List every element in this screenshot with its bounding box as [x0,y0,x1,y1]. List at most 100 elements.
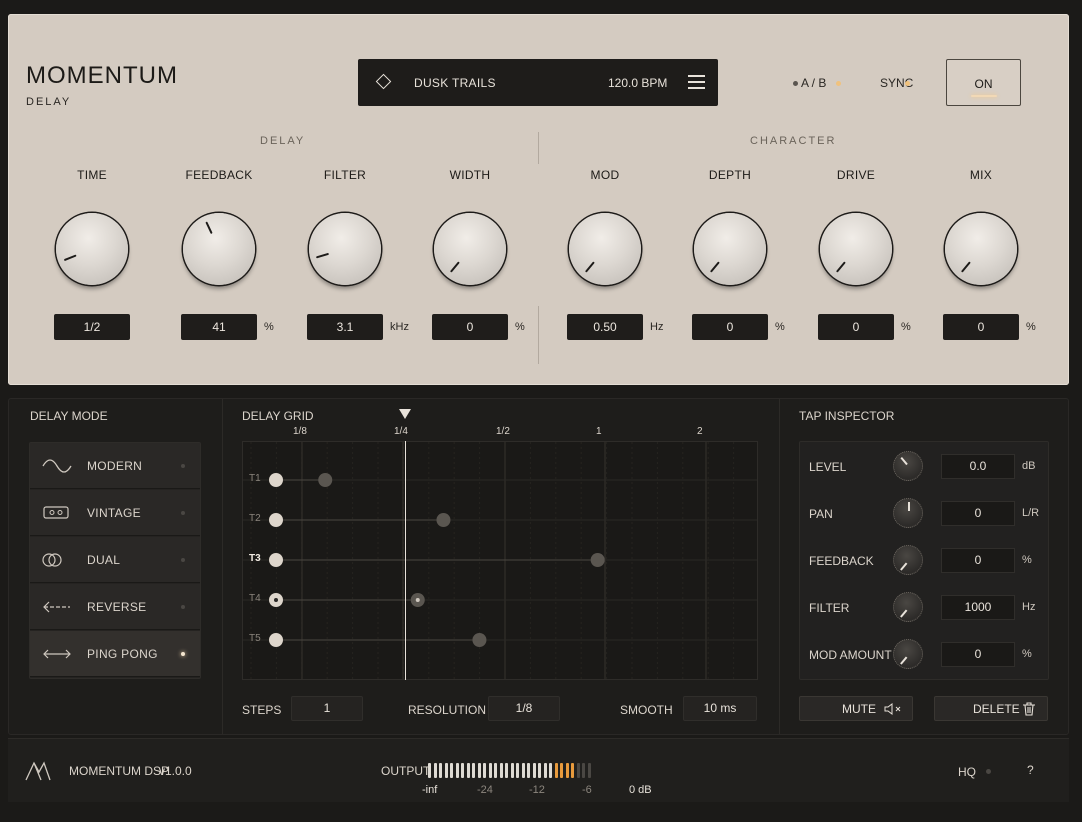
knob-time[interactable] [56,213,128,285]
knob-label-time: TIME [77,168,107,182]
sync-led [905,81,910,86]
delete-button[interactable]: DELETE [934,696,1048,721]
meter-segment [560,763,563,778]
delay-grid[interactable] [242,441,758,680]
unit-label-depth: % [775,321,785,333]
ping-pong-arrows-icon [42,645,72,663]
meter-segment [428,763,431,778]
delay-mode-reverse[interactable]: REVERSE [30,584,200,630]
tap-start-handle[interactable] [269,633,283,647]
meter-segment [494,763,497,778]
tap-start-handle[interactable] [269,513,283,527]
section-delay: DELAY [260,135,306,147]
meter-tick-label: -inf [422,784,438,796]
value-field-mix[interactable]: 0 [943,314,1019,340]
help-button[interactable]: ? [1027,763,1034,777]
plugin-window: MOMENTUM DELAY DUSK TRAILS 120.0 BPM A /… [0,0,1082,822]
grid-division-label: 1/2 [496,426,510,437]
knob-indicator [449,261,460,273]
value-field-drive[interactable]: 0 [818,314,894,340]
meter-segment [543,763,547,778]
value-field-depth[interactable]: 0 [692,314,768,340]
knob-mod[interactable] [569,213,641,285]
inspector-knob-level[interactable] [893,451,923,481]
delay-mode-vintage[interactable]: VINTAGE [30,490,200,536]
resolution-field[interactable]: 1/8 [488,696,560,721]
knob-indicator [205,221,213,235]
tap-handle[interactable] [590,553,605,567]
preset-bar[interactable]: DUSK TRAILS 120.0 BPM [358,59,718,106]
knob-width[interactable] [434,213,506,285]
inspector-value-filter[interactable]: 1000 [941,595,1015,620]
inspector-knob-mod-amount[interactable] [893,639,923,669]
delay-mode-led [181,464,185,468]
inspector-value-pan[interactable]: 0 [941,501,1015,526]
meter-segment [582,763,585,778]
diamond-icon [375,73,392,90]
knob-indicator [63,254,77,262]
meter-segment [538,763,541,778]
inspector-knob-filter[interactable] [893,592,923,622]
tap-start-handle[interactable] [269,473,283,487]
hamburger-menu-icon[interactable] [688,75,705,89]
hq-toggle[interactable]: HQ [958,765,976,779]
knob-depth[interactable] [694,213,766,285]
inspector-knob-pan[interactable] [893,498,923,528]
reverse-arrow-icon [42,598,72,616]
delay-mode-modern[interactable]: MODERN [30,443,200,489]
delay-mode-list: MODERN VINTAGE DUAL REVERSE PING PONG [29,442,201,679]
power-label: ON [974,77,993,91]
delay-mode-led [181,511,185,515]
dual-circles-icon [42,551,72,569]
grid-canvas[interactable] [243,442,757,679]
value-field-filter[interactable]: 3.1 [307,314,383,340]
knob-indicator [709,261,720,273]
delay-mode-label: PING PONG [87,647,158,661]
meter-segment [444,763,448,778]
inspector-value-level[interactable]: 0.0 [941,454,1015,479]
delay-mode-led [181,652,185,656]
inspector-value-feedback[interactable]: 0 [941,548,1015,573]
meter-segment [499,763,503,778]
knob-filter[interactable] [309,213,381,285]
section-divider-top [538,132,539,164]
delay-mode-ping-pong[interactable]: PING PONG [30,631,200,677]
tap-handle[interactable] [318,473,333,487]
tap-label: T2 [249,513,261,524]
tap-start-center [274,598,278,602]
knob-label-drive: DRIVE [836,168,876,182]
meter-segment [488,763,492,778]
knob-label-feedback: FEEDBACK [185,168,253,182]
playhead-marker-icon[interactable] [399,409,411,419]
top-panel: MOMENTUM DELAY DUSK TRAILS 120.0 BPM A /… [8,14,1069,385]
value-field-time[interactable]: 1/2 [54,314,130,340]
value-field-width[interactable]: 0 [432,314,508,340]
tap-handle[interactable] [472,633,487,647]
delay-mode-dual[interactable]: DUAL [30,537,200,583]
mute-button[interactable]: MUTE [799,696,913,721]
meter-segment [433,763,437,778]
inspector-knob-feedback[interactable] [893,545,923,575]
inspector-value-mod-amount[interactable]: 0 [941,642,1015,667]
knob-indicator [315,252,329,259]
tap-start-handle[interactable] [269,553,283,567]
knob-drive[interactable] [820,213,892,285]
value-field-feedback[interactable]: 41 [181,314,257,340]
knob-feedback[interactable] [183,213,255,285]
tap-handle[interactable] [436,513,451,527]
ab-toggle[interactable]: A / B [801,76,826,90]
smooth-field[interactable]: 10 ms [683,696,757,721]
steps-field[interactable]: 1 [291,696,363,721]
power-button[interactable]: ON [946,59,1021,106]
meter-segment [549,763,552,778]
knob-mix[interactable] [945,213,1017,285]
lower-panel: DELAY MODE MODERN VINTAGE DUAL REVERSE PING … [8,398,1069,735]
inspector-unit: Hz [1022,601,1036,613]
tap-inspector-title: TAP INSPECTOR [799,409,895,423]
preset-name[interactable]: DUSK TRAILS [414,76,496,90]
tap-label: T3 [249,553,261,564]
inspector-unit: dB [1022,460,1036,472]
value-field-mod[interactable]: 0.50 [567,314,643,340]
knob-indicator [900,457,908,466]
meter-segment [477,763,481,778]
